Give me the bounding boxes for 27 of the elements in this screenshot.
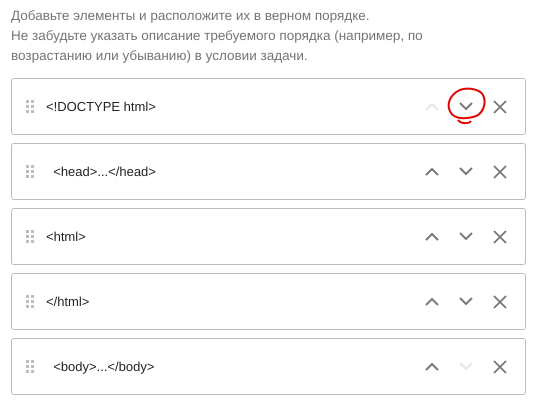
chevron-up-icon [425, 167, 439, 176]
drag-handle-icon[interactable] [26, 294, 34, 308]
item-text: <body>...</body> [52, 358, 154, 376]
drag-handle-icon[interactable] [26, 100, 34, 114]
chevron-down-icon [459, 362, 473, 371]
drag-handle-icon[interactable] [26, 230, 34, 244]
instruction-text: Добавьте элементы и расположите их в верном порядке. [11, 7, 371, 25]
chevron-down-icon [459, 297, 473, 306]
chevron-up-icon [425, 102, 439, 111]
close-icon [493, 230, 507, 244]
instruction-text: Не забудьте указать описание требуемого порядка (например, по возрастанию или убыванию) в условии задачи. [11, 27, 424, 65]
chevron-up-icon [425, 232, 439, 241]
item-text: <head>...</head> [52, 162, 156, 181]
item-text: </html> [46, 292, 90, 311]
close-icon [493, 164, 507, 178]
chevron-down-icon [459, 102, 473, 111]
chevron-down-icon [459, 232, 473, 241]
chevron-down-icon [459, 167, 473, 176]
close-icon [493, 360, 507, 374]
drag-handle-icon[interactable] [26, 164, 34, 178]
item-text: <!DOCTYPE html> [46, 98, 156, 116]
close-icon [493, 294, 507, 308]
close-icon [493, 100, 507, 114]
drag-handle-icon[interactable] [26, 360, 34, 374]
item-text: <html> [46, 228, 86, 246]
chevron-up-icon [425, 362, 439, 371]
chevron-up-icon [425, 297, 439, 306]
